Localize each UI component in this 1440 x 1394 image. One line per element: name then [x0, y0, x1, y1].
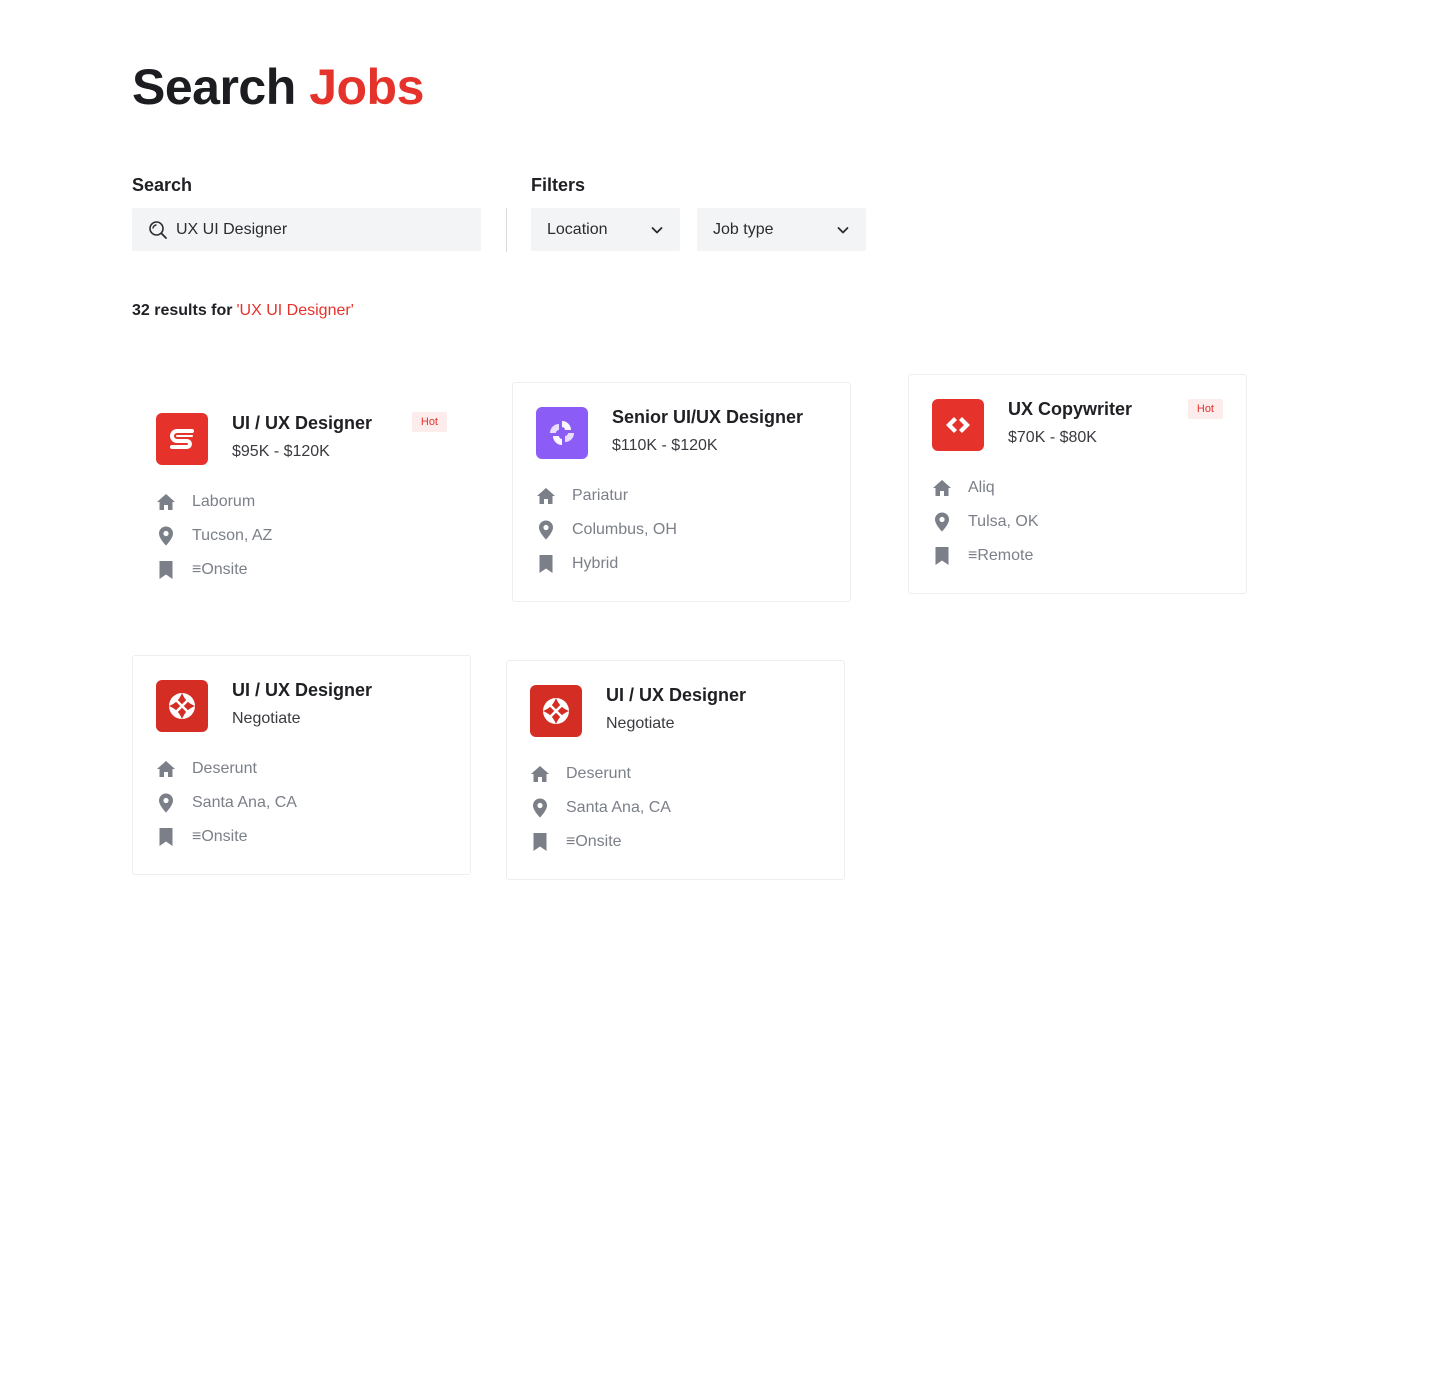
job-card[interactable]: Senior UI/UX Designer $110K - $120K Pari…: [512, 382, 851, 602]
job-title[interactable]: Senior UI/UX Designer: [612, 407, 803, 428]
home-icon: [156, 492, 176, 512]
job-salary: $95K - $120K: [232, 443, 330, 460]
bookmark-icon: [932, 546, 952, 566]
company-name: Aliq: [968, 479, 995, 496]
diamond-arrows-icon: [932, 399, 984, 451]
job-type: Hybrid: [572, 555, 619, 572]
job-card[interactable]: UX Copywriter $70K - $80K Hot Aliq Tulsa…: [908, 374, 1247, 594]
company-name: Laborum: [192, 493, 256, 510]
home-icon: [932, 478, 952, 498]
hot-badge: Hot: [411, 412, 447, 432]
hot-badge: Hot: [1187, 399, 1223, 419]
job-type-select[interactable]: Job type: [697, 208, 866, 251]
chevron-down-icon: [650, 223, 664, 237]
home-icon: [530, 764, 550, 784]
company-name: Deserunt: [192, 760, 257, 777]
cross-logo-icon: [156, 680, 208, 732]
location-row: Santa Ana, CA: [156, 793, 297, 813]
results-count: 32 results for: [132, 302, 233, 319]
bookmark-icon: [536, 554, 556, 574]
location-row: Tucson, AZ: [156, 526, 272, 546]
type-row: ≡Remote: [932, 546, 1033, 566]
filter-divider: [506, 208, 507, 252]
type-row: ≡Onsite: [156, 827, 248, 847]
job-location: Santa Ana, CA: [192, 794, 297, 811]
search-box[interactable]: [132, 208, 481, 251]
company-row: Pariatur: [536, 486, 628, 506]
job-type: ≡Onsite: [192, 561, 248, 578]
map-pin-icon: [536, 520, 556, 540]
job-type: ≡Remote: [968, 547, 1034, 564]
location-row: Santa Ana, CA: [530, 798, 671, 818]
company-row: Deserunt: [156, 759, 257, 779]
s-logo-icon: [156, 413, 208, 465]
type-row: Hybrid: [536, 554, 618, 574]
job-type: ≡Onsite: [192, 828, 248, 845]
job-location: Columbus, OH: [572, 521, 677, 538]
bookmark-icon: [530, 832, 550, 852]
results-summary: 32 results for 'UX UI Designer': [132, 302, 354, 320]
page-title-accent: Jobs: [309, 59, 424, 115]
location-row: Columbus, OH: [536, 520, 677, 540]
job-title[interactable]: UI / UX Designer: [232, 680, 372, 701]
bookmark-icon: [156, 560, 176, 580]
map-pin-icon: [932, 512, 952, 532]
job-title[interactable]: UX Copywriter: [1008, 399, 1132, 420]
job-location: Santa Ana, CA: [566, 799, 671, 816]
map-pin-icon: [156, 793, 176, 813]
location-row: Tulsa, OK: [932, 512, 1039, 532]
cross-logo-icon: [530, 685, 582, 737]
results-query: 'UX UI Designer': [236, 302, 354, 319]
job-salary: $110K - $120K: [612, 437, 718, 454]
company-name: Deserunt: [566, 765, 631, 782]
type-row: ≡Onsite: [156, 560, 248, 580]
map-pin-icon: [156, 526, 176, 546]
job-title[interactable]: UI / UX Designer: [232, 413, 372, 434]
map-pin-icon: [530, 798, 550, 818]
bookmark-icon: [156, 827, 176, 847]
company-row: Aliq: [932, 478, 995, 498]
job-salary: $70K - $80K: [1008, 429, 1097, 446]
job-location: Tucson, AZ: [192, 527, 273, 544]
location-select-label: Location: [547, 220, 608, 238]
job-location: Tulsa, OK: [968, 513, 1039, 530]
purple-swirl-icon: [536, 407, 588, 459]
page-title: Search Jobs: [132, 58, 424, 116]
job-title[interactable]: UI / UX Designer: [606, 685, 746, 706]
job-card[interactable]: UI / UX Designer Negotiate Deserunt Sant…: [506, 660, 845, 880]
job-type-select-label: Job type: [713, 220, 774, 238]
filters-label: Filters: [531, 175, 586, 195]
job-salary: Negotiate: [606, 715, 675, 732]
job-card[interactable]: UI / UX Designer $95K - $120K Hot Laboru…: [132, 383, 471, 603]
search-icon: [148, 220, 168, 240]
job-card[interactable]: UI / UX Designer Negotiate Deserunt Sant…: [132, 655, 471, 875]
page-title-main: Search: [132, 59, 296, 115]
chevron-down-icon: [836, 223, 850, 237]
company-row: Deserunt: [530, 764, 631, 784]
home-icon: [156, 759, 176, 779]
location-select[interactable]: Location: [531, 208, 680, 251]
search-input[interactable]: [176, 220, 456, 239]
home-icon: [536, 486, 556, 506]
company-row: Laborum: [156, 492, 255, 512]
job-salary: Negotiate: [232, 710, 301, 727]
job-type: ≡Onsite: [566, 833, 622, 850]
company-name: Pariatur: [572, 487, 629, 504]
type-row: ≡Onsite: [530, 832, 622, 852]
search-label: Search: [132, 175, 193, 195]
